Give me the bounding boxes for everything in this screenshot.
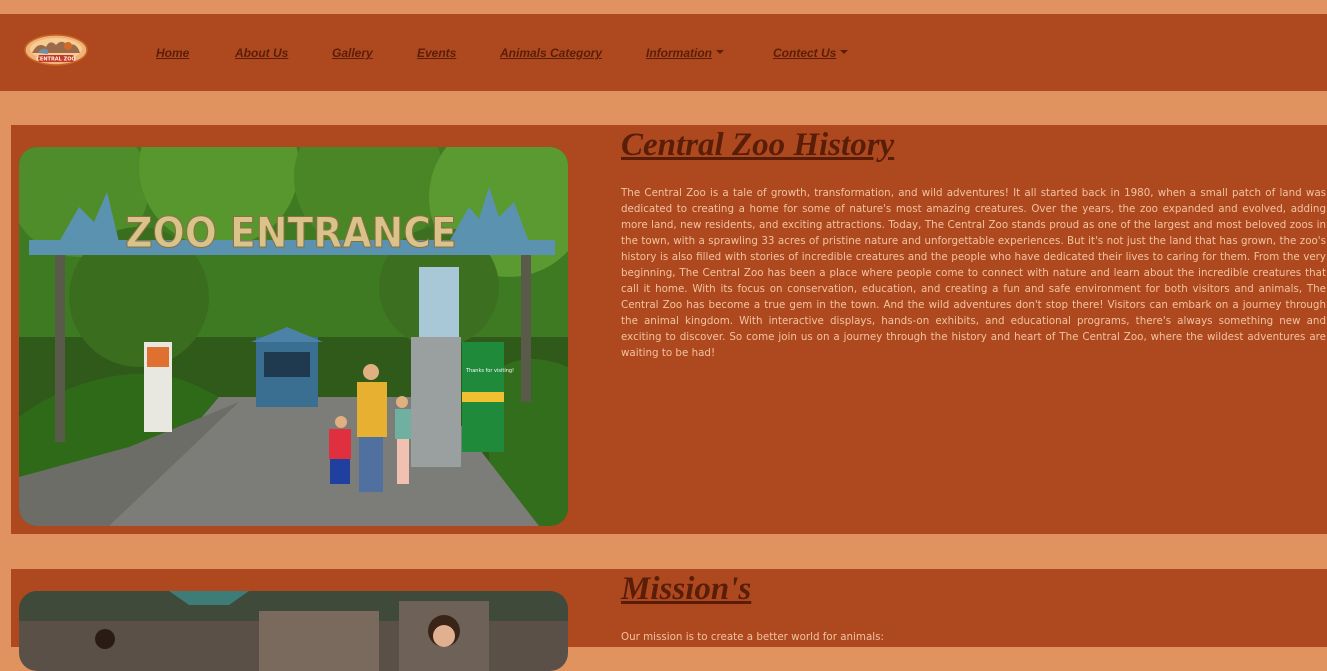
nav-home[interactable]: Home [156, 46, 189, 60]
history-section: ZOO ENTRANCE Thanks for visiting! Centra… [11, 125, 1327, 534]
navbar: CENTRAL ZOO Home About Us Gallery Events… [0, 14, 1327, 91]
zoo-entrance-sign-text: ZOO ENTRANCE [125, 208, 457, 257]
nav-about-us[interactable]: About Us [235, 46, 288, 60]
mission-body-text: Our mission is to create a better world … [621, 631, 884, 643]
logo-text: CENTRAL ZOO [36, 57, 75, 63]
zoo-entrance-image: ZOO ENTRANCE Thanks for visiting! [19, 147, 568, 526]
history-body-text: The Central Zoo is a tale of growth, tra… [621, 187, 1326, 359]
mission-image [19, 591, 568, 671]
central-zoo-logo[interactable]: CENTRAL ZOO [24, 33, 88, 67]
nav-events[interactable]: Events [417, 46, 456, 60]
mission-title: Mission's [621, 571, 752, 607]
nav-contact-dropdown[interactable]: Contect Us [773, 46, 849, 60]
nav-gallery[interactable]: Gallery [332, 46, 373, 60]
chevron-down-icon [716, 50, 724, 54]
history-title: Central Zoo History [621, 127, 895, 163]
nav-information-label: Information [646, 46, 712, 60]
nav-animals-category[interactable]: Animals Category [500, 46, 602, 60]
kiosk-sign-text: Thanks for visiting! [465, 368, 514, 374]
mission-section: Mission's Our mission is to create a bet… [11, 569, 1327, 671]
nav-contact-label: Contect Us [773, 46, 837, 60]
chevron-down-icon [840, 50, 849, 54]
nav-information-dropdown[interactable]: Information [646, 46, 724, 60]
